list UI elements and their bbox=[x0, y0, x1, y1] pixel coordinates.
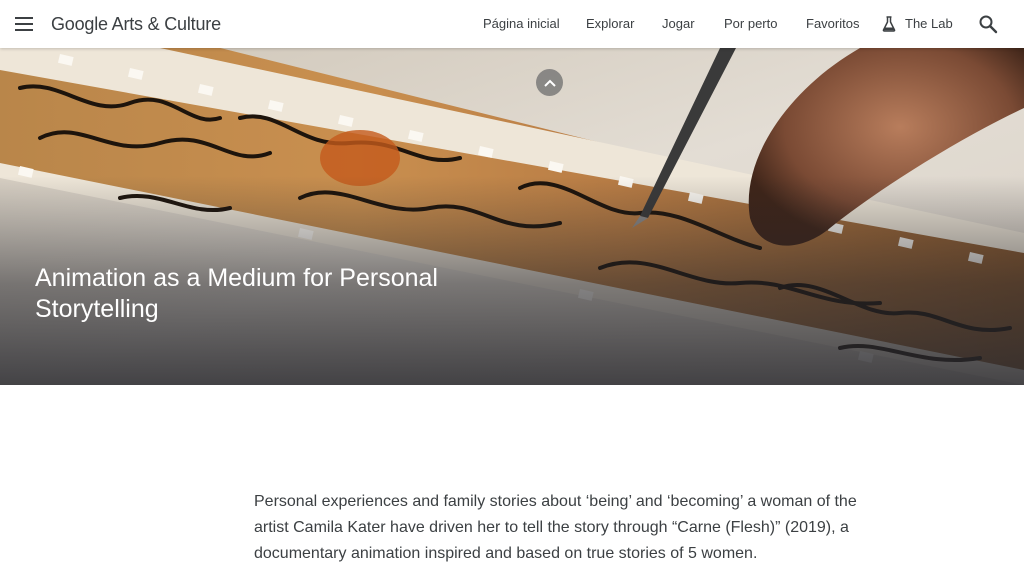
hero-overlay bbox=[0, 48, 1024, 385]
hamburger-menu-icon bbox=[15, 17, 33, 31]
scroll-up-button[interactable] bbox=[536, 69, 563, 96]
search-icon bbox=[979, 15, 998, 34]
nav-link-play[interactable]: Jogar bbox=[662, 16, 695, 32]
search-button[interactable] bbox=[976, 12, 1000, 36]
nav-link-favorites[interactable]: Favoritos bbox=[806, 16, 859, 32]
main-menu-button[interactable] bbox=[8, 8, 40, 40]
top-app-bar: Google Arts & Culture Página inicial Exp… bbox=[0, 0, 1024, 48]
story-title: Animation as a Medium for Personal Story… bbox=[35, 264, 438, 323]
nav-link-nearby[interactable]: Por perto bbox=[724, 16, 777, 32]
hero-banner: Animation as a Medium for Personal Story… bbox=[0, 48, 1024, 385]
nav-link-explore[interactable]: Explorar bbox=[586, 16, 634, 32]
article-intro-paragraph: Personal experiences and family stories … bbox=[254, 493, 857, 562]
google-arts-culture-logo[interactable]: Google Arts & Culture bbox=[51, 13, 221, 35]
flask-icon bbox=[882, 16, 896, 32]
chevron-up-icon bbox=[543, 79, 556, 87]
nav-link-the-lab[interactable]: The Lab bbox=[905, 16, 953, 32]
nav-link-home[interactable]: Página inicial bbox=[483, 16, 560, 32]
